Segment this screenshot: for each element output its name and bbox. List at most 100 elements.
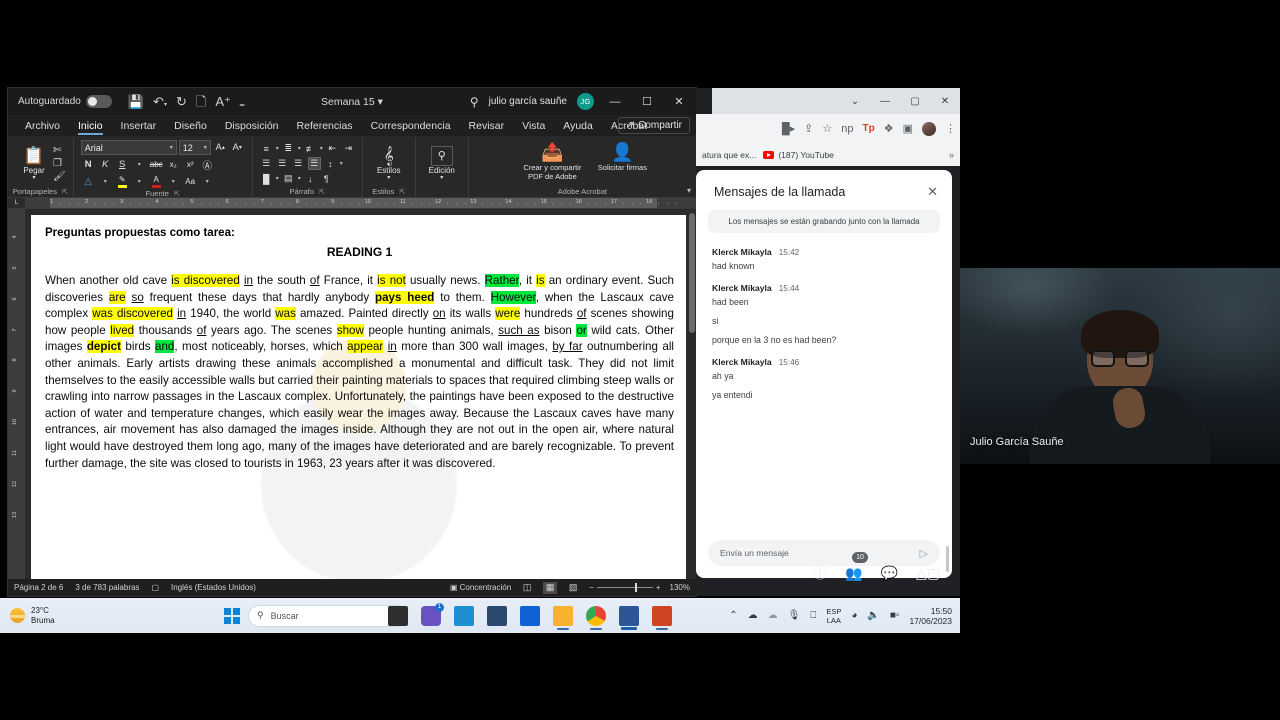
editing-button[interactable]: ⚲ Edición ▾ [423, 146, 461, 181]
account-name[interactable]: julio garcía sauñe [489, 96, 567, 107]
tab-inicio[interactable]: Inicio [69, 117, 112, 135]
increase-indent-icon[interactable]: ⇥ [342, 142, 355, 155]
people-icon[interactable]: 👥 10 [845, 551, 868, 582]
avatar[interactable]: JG [577, 93, 594, 110]
touchpad-icon[interactable]: ⎕ [810, 610, 816, 621]
change-case-button[interactable]: Aa [183, 174, 198, 189]
cloud-icon[interactable]: ☁ [768, 610, 778, 621]
align-center-icon[interactable]: ☰ [276, 157, 289, 170]
close-button[interactable]: ✕ [930, 96, 960, 107]
word-icon[interactable] [619, 605, 639, 630]
autosave-switch[interactable] [85, 95, 112, 108]
clipboard-dialog-launcher-icon[interactable]: ⇱ [62, 189, 68, 196]
autosave-toggle[interactable]: Autoguardado [12, 93, 118, 110]
extensions-puzzle-icon[interactable]: ❖ [884, 123, 894, 135]
bookmark-item-1[interactable]: (187) YouTube [763, 150, 834, 160]
styles-caret-icon[interactable]: ▾ [387, 175, 390, 181]
weather-widget[interactable]: 23°C Bruma [0, 606, 55, 626]
language-indicator[interactable]: ESP LAA [826, 607, 841, 625]
editing-caret-icon[interactable]: ▾ [440, 175, 443, 181]
line-spacing-icon[interactable]: ↕ [324, 157, 337, 170]
share-icon[interactable]: ⇪ [804, 123, 813, 135]
underline-button[interactable]: S [115, 157, 130, 172]
tab-disposicion[interactable]: Disposición [216, 117, 288, 135]
file-explorer-icon[interactable] [553, 605, 573, 630]
align-right-icon[interactable]: ☰ [292, 157, 305, 170]
shading-icon[interactable]: █ [260, 172, 273, 185]
create-share-pdf-button[interactable]: 📤 Crear y compartir PDF de Adobe [516, 142, 588, 181]
paragraph-dialog-launcher-icon[interactable]: ⇱ [319, 189, 325, 196]
horizontal-ruler[interactable]: L 1 2 3 4 5 6 7 8 9 10 11 12 13 14 15 16 17 18 [8, 198, 696, 209]
paste-button[interactable]: 📋 Pegar ▾ [15, 146, 53, 181]
format-painter-icon[interactable]: 🖌 [53, 171, 66, 182]
language-indicator[interactable]: Inglés (Estados Unidos) [171, 583, 256, 592]
read-mode-icon[interactable]: ◫ [520, 582, 534, 594]
strikethrough-button[interactable]: abc [149, 157, 164, 172]
profile-avatar-icon[interactable] [922, 122, 936, 136]
zoom-slider[interactable]: − + [589, 583, 661, 592]
justify-icon[interactable]: ☰ [307, 157, 321, 170]
text-effects-icon[interactable]: Ⓐ [200, 157, 215, 172]
close-icon[interactable]: ✕ [927, 184, 938, 200]
customize-qat-icon[interactable]: ‗ [240, 97, 244, 106]
multilevel-list-icon[interactable]: ≢ [304, 142, 317, 155]
page-indicator[interactable]: Página 2 de 6 [14, 583, 63, 592]
word-count[interactable]: 3 de 783 palabras [75, 583, 139, 592]
clock[interactable]: 15:50 17/06/2023 [909, 606, 952, 626]
dropbox-icon[interactable] [520, 605, 540, 626]
close-button[interactable]: ✕ [668, 95, 690, 108]
read-aloud-icon[interactable]: A⁺ [215, 95, 231, 108]
paste-caret-icon[interactable]: ▾ [32, 175, 35, 181]
wifi-icon[interactable]: ◕ [851, 610, 857, 621]
zoom-track[interactable] [596, 583, 653, 592]
numbering-icon[interactable]: ≣ [282, 142, 295, 155]
bullets-icon[interactable]: ≡ [260, 142, 273, 155]
store-icon[interactable] [487, 605, 507, 626]
collapse-ribbon-icon[interactable]: ▾ [687, 186, 691, 195]
sort-icon[interactable]: ↓ [304, 172, 317, 185]
request-signatures-button[interactable]: 👤 Solicitar firmas [596, 142, 648, 172]
tab-insertar[interactable]: Insertar [112, 117, 166, 135]
tab-correspondencia[interactable]: Correspondencia [362, 117, 460, 135]
decrease-indent-icon[interactable]: ⇤ [326, 142, 339, 155]
show-formatting-marks-icon[interactable]: ¶ [320, 172, 333, 185]
bookmarks-overflow-icon[interactable]: » [949, 150, 954, 160]
bookmark-star-icon[interactable]: ☆ [822, 123, 832, 135]
print-layout-icon[interactable]: ▦ [543, 581, 558, 594]
onedrive-icon[interactable]: ☁ [748, 610, 758, 621]
sidebar-panel-icon[interactable]: ▣ [903, 123, 913, 135]
search-icon[interactable]: ⚲ [470, 95, 479, 109]
change-case-caret-icon[interactable]: ▾ [200, 174, 215, 189]
maximize-button[interactable]: ☐ [636, 95, 658, 108]
zoom-in-button[interactable]: + [656, 583, 661, 592]
chat-message-list[interactable]: Klerck Mikayla 15:42 had known Klerck Mikay… [696, 233, 952, 534]
focus-mode-button[interactable]: ▣ Concentración [450, 583, 511, 592]
styles-dialog-launcher-icon[interactable]: ⇱ [399, 189, 405, 196]
highlight-color-icon[interactable]: ✎ [115, 174, 130, 189]
search-input[interactable]: ⚲ Buscar ☉ [248, 604, 408, 627]
underline-caret-icon[interactable]: ▾ [132, 157, 147, 172]
activities-icon[interactable]: △▢ [916, 565, 940, 582]
copy-icon[interactable]: ❐ [53, 158, 66, 169]
tab-referencias[interactable]: Referencias [288, 117, 362, 135]
np-extension-icon[interactable]: np [841, 123, 853, 135]
document-title-caret-icon[interactable]: ▾ [378, 96, 383, 108]
undo-icon[interactable]: ↶▾ [153, 95, 167, 108]
show-hidden-icons-icon[interactable]: ⌃ [729, 610, 737, 621]
tab-search-icon[interactable]: ⌄ [840, 96, 870, 107]
zoom-out-button[interactable]: − [589, 583, 594, 592]
clear-formatting-icon[interactable]: △ [81, 174, 96, 189]
document-paragraph[interactable]: When another old cave is discovered in t… [45, 273, 674, 472]
align-left-icon[interactable]: ☰ [260, 157, 273, 170]
font-dialog-launcher-icon[interactable]: ⇱ [174, 191, 180, 198]
battery-icon[interactable]: ■▫ [890, 610, 900, 621]
chrome-icon[interactable] [586, 605, 606, 630]
shrink-font-button[interactable]: A ▾ [230, 140, 245, 155]
styles-button[interactable]: 𝄞 Estilos ▾ [370, 146, 408, 181]
chrome-menu-icon[interactable]: ⋮ [945, 123, 956, 135]
document-scrollbar[interactable] [689, 213, 695, 575]
tab-ayuda[interactable]: Ayuda [554, 117, 602, 135]
tab-revisar[interactable]: Revisar [460, 117, 514, 135]
bold-button[interactable]: N [81, 157, 96, 172]
borders-icon[interactable]: ▤ [282, 172, 295, 185]
